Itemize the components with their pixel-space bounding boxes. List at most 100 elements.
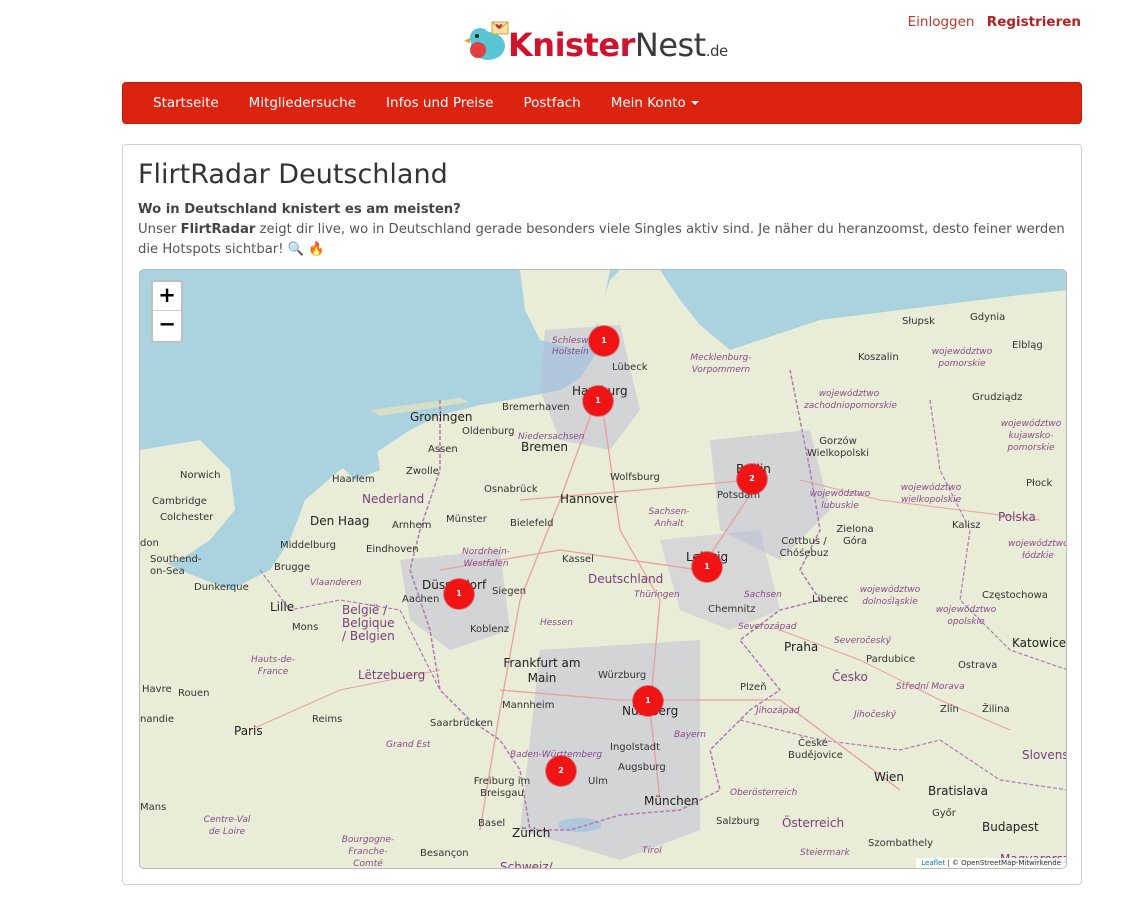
main-navbar: Startseite Mitgliedersuche Infos und Pre… bbox=[122, 82, 1082, 124]
map-label-aachen: Aachen bbox=[402, 594, 440, 605]
map-label-gyor: Győr bbox=[932, 808, 956, 819]
map-region-niedersachsen: Niedersachsen bbox=[518, 432, 585, 442]
cluster-marker-duesseldorf[interactable]: 1 bbox=[444, 579, 474, 609]
map-region-jihocesky: Jihočeský bbox=[854, 710, 897, 720]
zoom-in-button[interactable]: + bbox=[153, 282, 181, 311]
map-region-centre: Centre-Val de Loire bbox=[203, 815, 251, 837]
map-region-stredni-morava: Střední Morava bbox=[896, 682, 965, 692]
map-label-muenchen: München bbox=[644, 794, 699, 808]
intro-question: Wo in Deutschland knistert es am meisten… bbox=[138, 202, 461, 217]
map-label-letzebuerg: Lëtzebuerg bbox=[358, 668, 426, 682]
map-region-bayern: Bayern bbox=[674, 730, 706, 740]
map-region-pomorskie: województwo pomorskie bbox=[931, 347, 993, 369]
intro-text: Wo in Deutschland knistert es am meisten… bbox=[138, 202, 1065, 257]
map-label-wolfsburg: Wolfsburg bbox=[610, 472, 660, 483]
map-label-oesterreich: Österreich bbox=[782, 816, 845, 830]
map-region-kujawsko: województwo kujawsko-pomorskie bbox=[1000, 419, 1062, 453]
map-label-cesko: Česko bbox=[832, 670, 868, 684]
map-label-groningen: Groningen bbox=[410, 410, 473, 424]
map-region-mecklenburg: Mecklenburg-Vorpommern bbox=[690, 353, 752, 375]
search-fire-emoji-icon: 🔍 🔥 bbox=[287, 242, 325, 257]
map-label-liberec: Liberec bbox=[812, 594, 849, 605]
map-label-gdynia: Gdynia bbox=[970, 312, 1006, 323]
map-label-praha: Praha bbox=[784, 640, 819, 654]
map-label-hannover: Hannover bbox=[560, 492, 619, 506]
nav-item-infos-und-preise[interactable]: Infos und Preise bbox=[371, 83, 508, 123]
map-label-nederland: Nederland bbox=[362, 492, 425, 506]
map-region-thueringen: Thüringen bbox=[634, 590, 680, 600]
map-label-bratislava: Bratislava bbox=[928, 784, 988, 798]
map-region-severozapad: Severozápad bbox=[738, 622, 797, 632]
flirtradar-map[interactable]: + − 1 1 2 1 1 1 2 Deutschland Nederland … bbox=[139, 269, 1067, 869]
nav-item-mitgliedersuche[interactable]: Mitgliedersuche bbox=[234, 83, 371, 123]
nav-item-postfach[interactable]: Postfach bbox=[508, 83, 595, 123]
map-label-zielona-gora: Zielona Góra bbox=[836, 524, 874, 547]
map-label-den-haag: Den Haag bbox=[310, 514, 370, 528]
map-label-wuerzburg: Würzburg bbox=[598, 670, 647, 681]
nav-item-mein-konto-label: Mein Konto bbox=[610, 95, 686, 111]
map-label-elblag: Elbląg bbox=[1012, 340, 1043, 351]
map-label-frankfurt: Frankfurt am Main bbox=[503, 656, 581, 685]
cluster-marker-nuernberg[interactable]: 1 bbox=[633, 686, 663, 716]
map-label-basel: Basel bbox=[478, 818, 506, 829]
leaflet-link[interactable]: Leaflet bbox=[921, 859, 945, 867]
map-label-freiburg: Freiburg im Breisgau bbox=[473, 776, 531, 799]
intro-brand: FlirtRadar bbox=[180, 222, 256, 237]
nav-item-startseite[interactable]: Startseite bbox=[138, 83, 234, 123]
map-region-opolskie: województwo opolskie bbox=[935, 605, 997, 627]
zoom-out-button[interactable]: − bbox=[153, 311, 181, 340]
map-label-ingolstadt: Ingolstadt bbox=[610, 742, 661, 753]
map-label-belgie: België / Belgique / Belgien bbox=[342, 603, 395, 643]
map-label-mannheim: Mannheim bbox=[502, 700, 555, 711]
osm-attribution: | © OpenStreetMap-Mitwirkende bbox=[947, 859, 1061, 867]
map-label-kassel: Kassel bbox=[562, 554, 594, 565]
map-label-oldenburg: Oldenburg bbox=[462, 426, 515, 437]
map-label-luebeck: Lübeck bbox=[612, 362, 648, 373]
map-region-vlaanderen: Vlaanderen bbox=[310, 578, 362, 588]
login-link[interactable]: Einloggen bbox=[908, 14, 975, 30]
register-link[interactable]: Registrieren bbox=[987, 14, 1081, 30]
map-label-bremerhaven: Bremerhaven bbox=[502, 402, 570, 413]
map-label-don: don bbox=[140, 538, 159, 549]
map-label-assen: Assen bbox=[428, 444, 458, 455]
nav-item-mein-konto[interactable]: Mein Konto bbox=[596, 83, 714, 123]
map-label-havre: Havre bbox=[142, 684, 172, 695]
map-region-tirol: Tirol bbox=[642, 846, 662, 856]
map-label-slupsk: Słupsk bbox=[902, 316, 935, 327]
map-region-nrw: Nordrhein-Westfalen bbox=[461, 547, 511, 569]
map-region-wielkopolskie: województwo wielkopolskie bbox=[900, 483, 962, 505]
map-region-steiermark: Steiermark bbox=[800, 848, 850, 858]
cluster-marker-schleswig-holstein[interactable]: 1 bbox=[589, 326, 619, 356]
map-region-bourgogne: Bourgogne-Franche-Comté bbox=[341, 835, 395, 869]
map-label-zwolle: Zwolle bbox=[406, 466, 439, 477]
map-label-siegen: Siegen bbox=[492, 586, 527, 597]
map-label-deutschland: Deutschland bbox=[588, 572, 664, 586]
map-label-middelburg: Middelburg bbox=[280, 540, 337, 551]
map-label-plock: Płock bbox=[1026, 478, 1053, 489]
map-label-nandie: nandie bbox=[140, 714, 175, 725]
map-region-lodzkie: województwo łódzkie bbox=[1008, 539, 1067, 561]
cluster-marker-leipzig[interactable]: 1 bbox=[692, 552, 722, 582]
map-label-besancon: Besançon bbox=[420, 848, 469, 859]
map-label-dunkerque: Dunkerque bbox=[194, 582, 249, 593]
map-label-ulm: Ulm bbox=[588, 776, 608, 787]
map-label-chemnitz: Chemnitz bbox=[708, 604, 756, 615]
map-region-hessen: Hessen bbox=[540, 618, 573, 628]
site-logo[interactable]: KnisterNest.de bbox=[464, 12, 744, 72]
top-account-links: Einloggen Registrieren bbox=[900, 14, 1081, 30]
logo-wordmark: KnisterNest.de bbox=[508, 26, 728, 64]
map-label-augsburg: Augsburg bbox=[618, 762, 666, 773]
map-label-haarlem: Haarlem bbox=[332, 474, 375, 485]
cluster-marker-berlin[interactable]: 2 bbox=[737, 464, 767, 494]
map-label-lille: Lille bbox=[270, 600, 295, 614]
map-label-southend: Southend-on-Sea bbox=[150, 554, 202, 577]
map-region-zachodniopomorskie: województwo zachodniopomorskie bbox=[804, 389, 897, 411]
map-label-grudziadz: Grudziądz bbox=[972, 392, 1023, 403]
page-title: FlirtRadar Deutschland bbox=[138, 159, 448, 190]
map-label-osnabrueck: Osnabrück bbox=[484, 484, 538, 495]
cluster-marker-baden-wuerttemberg[interactable]: 2 bbox=[546, 756, 576, 786]
map-label-szombathely: Szombathely bbox=[868, 838, 934, 849]
map-label-ostrava: Ostrava bbox=[958, 660, 998, 671]
cluster-marker-hamburg[interactable]: 1 bbox=[583, 386, 613, 416]
map-region-lubuskie: województwo lubuskie bbox=[809, 489, 871, 511]
